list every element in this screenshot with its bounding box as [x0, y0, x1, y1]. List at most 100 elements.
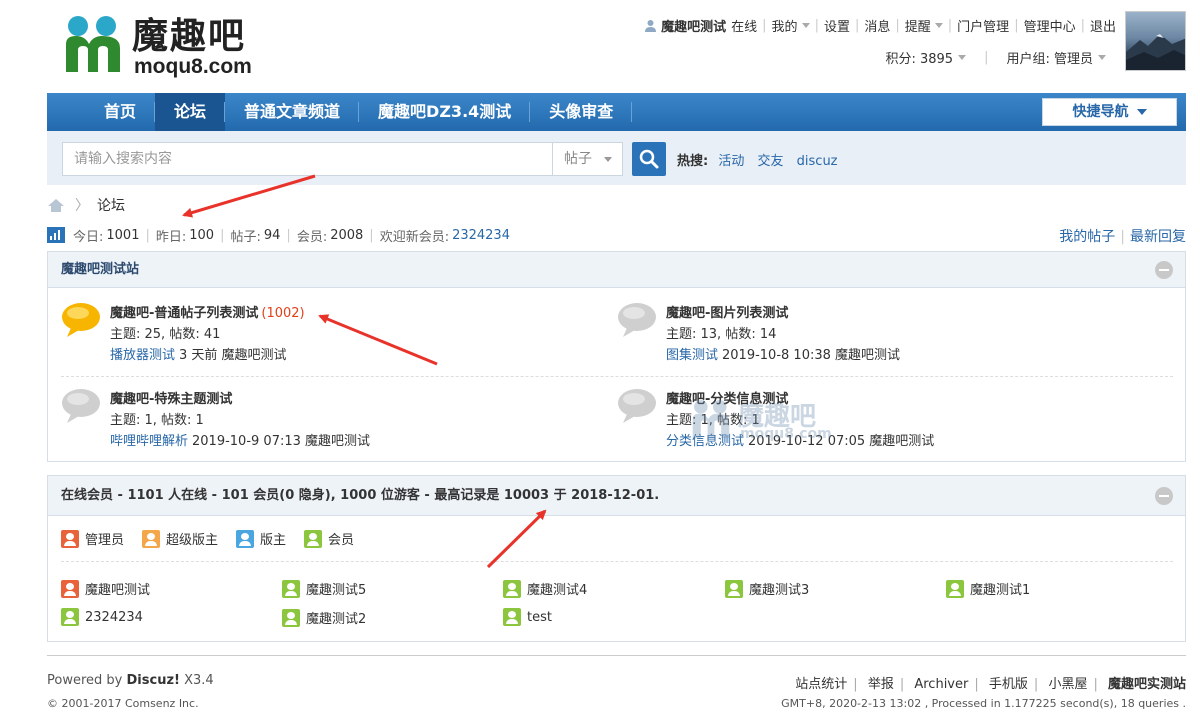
notifications-menu[interactable]: 提醒 — [905, 16, 931, 35]
hot-search-link[interactable]: 活动 — [718, 154, 744, 169]
forum-counts: 主题: 1, 帖数: 1 — [110, 413, 204, 428]
divider — [61, 376, 1173, 377]
super-moderator-icon — [142, 529, 161, 548]
online-header: 在线会员 - 1101 人在线 - 101 会员(0 隐身), 1000 位游客… — [48, 476, 1185, 516]
online-member[interactable]: 魔趣测试5 — [282, 579, 366, 598]
quick-nav-label: 快捷导航 — [1072, 104, 1129, 120]
category-title[interactable]: 魔趣吧测试站 — [61, 262, 139, 277]
mobile-link[interactable]: 手机版 — [989, 677, 1028, 692]
online-member[interactable]: test — [503, 608, 552, 626]
footer-links: 站点统计 | 举报 | Archiver | 手机版 | 小黑屋 | 魔趣吧实测站 — [795, 677, 1186, 692]
search-button[interactable] — [632, 142, 666, 176]
admin-user-icon — [61, 579, 79, 598]
stat-posts: 94 — [263, 227, 281, 243]
forum-counts: 主题: 1, 帖数: 1 — [666, 413, 760, 428]
forum-stats: 今日: 1001 | 昨日: 100 | 帖子: 94 | 会员: 2008 | 欢迎新… — [47, 226, 510, 245]
user-toolbar: 魔趣吧测试 在线 | 我的 | 设置 | 消息 | 提醒 | 门户管理 | 管理… — [644, 15, 1116, 35]
logout-link[interactable]: 退出 — [1090, 16, 1116, 35]
online-member[interactable]: 魔趣测试2 — [282, 608, 366, 627]
forum-title-link[interactable]: 魔趣吧-普通帖子列表测试 — [110, 306, 258, 321]
forum-item[interactable]: 魔趣吧-普通帖子列表测试 (1002) 主题: 25, 帖数: 41 播放器测试 3… — [61, 302, 561, 372]
online-member[interactable]: 魔趣测试3 — [725, 579, 809, 598]
online-status: 在线 — [731, 19, 758, 35]
settings-link[interactable]: 设置 — [824, 16, 850, 35]
forum-icon — [618, 303, 656, 337]
my-menu[interactable]: 我的 — [772, 16, 798, 35]
stat-members: 2008 — [330, 227, 364, 243]
search-icon — [639, 149, 659, 169]
search-input[interactable]: 请输入搜索内容 — [62, 142, 552, 176]
stat-yesterday: 100 — [189, 227, 215, 243]
hot-search: 热搜: 活动 交友 discuz — [677, 150, 847, 169]
forum-icon — [62, 389, 100, 423]
site-stats-link[interactable]: 站点统计 — [795, 677, 847, 692]
breadcrumb-current: 论坛 — [97, 198, 125, 214]
collapse-icon[interactable] — [1155, 261, 1173, 279]
logo-mark-icon — [66, 16, 120, 72]
mountain-image — [1126, 34, 1185, 70]
blacklist-link[interactable]: 小黑屋 — [1048, 677, 1087, 692]
nav-forum[interactable]: 论坛 — [155, 93, 226, 131]
quick-nav-button[interactable]: 快捷导航 — [1042, 98, 1177, 126]
username-link[interactable]: 魔趣吧测试 — [661, 16, 726, 35]
forum-counts: 主题: 25, 帖数: 41 — [110, 327, 221, 342]
report-link[interactable]: 举报 — [868, 677, 894, 692]
online-member[interactable]: 魔趣吧测试 — [61, 579, 150, 598]
online-member[interactable]: 2324234 — [61, 608, 143, 626]
online-member[interactable]: 魔趣测试1 — [946, 579, 1030, 598]
forum-new-icon — [62, 303, 100, 337]
avatar[interactable] — [1125, 11, 1186, 71]
forum-icon — [618, 389, 656, 423]
forum-title-link[interactable]: 魔趣吧-分类信息测试 — [666, 392, 788, 407]
home-icon[interactable] — [47, 198, 65, 213]
stat-today: 1001 — [106, 227, 140, 243]
archiver-link[interactable]: Archiver — [914, 677, 968, 692]
nav-home[interactable]: 首页 — [85, 93, 156, 131]
online-title[interactable]: 在线会员 - 1101 人在线 - 101 会员(0 隐身), 1000 位游客… — [61, 488, 659, 503]
forum-counts: 主题: 13, 帖数: 14 — [666, 327, 777, 342]
messages-link[interactable]: 消息 — [864, 16, 890, 35]
nav-articles[interactable]: 普通文章频道 — [225, 93, 360, 131]
my-posts-link[interactable]: 我的帖子 — [1059, 229, 1115, 245]
last-post-link[interactable]: 图集测试 — [666, 348, 718, 363]
nav-avatar-review[interactable]: 头像审查 — [530, 93, 633, 131]
chevron-down-icon — [801, 22, 810, 28]
last-post-link[interactable]: 哔哩哔哩解析 — [110, 434, 188, 449]
forum-title-link[interactable]: 魔趣吧-特殊主题测试 — [110, 392, 232, 407]
forum-item[interactable]: 魔趣吧-特殊主题测试 主题: 1, 帖数: 1 哔哩哔哩解析 2019-10-9 … — [61, 388, 561, 458]
last-post-meta: 2019-10-9 07:13 魔趣吧测试 — [192, 434, 371, 449]
admin-center-link[interactable]: 管理中心 — [1024, 16, 1076, 35]
forum-title-link[interactable]: 魔趣吧-图片列表测试 — [666, 306, 788, 321]
online-box: 在线会员 - 1101 人在线 - 101 会员(0 隐身), 1000 位游客… — [47, 475, 1186, 642]
category-box: 魔趣吧测试站 魔趣吧-普通帖子列表测试 (1002) 主题: 25, 帖数: 41… — [47, 251, 1186, 462]
usergroup-menu[interactable]: 用户组: 管理员 — [1006, 48, 1093, 67]
last-post-meta: 2019-10-12 07:05 魔趣吧测试 — [748, 434, 935, 449]
site-name-link[interactable]: 魔趣吧实测站 — [1108, 677, 1186, 692]
online-member[interactable]: 魔趣测试4 — [503, 579, 587, 598]
new-member-link[interactable]: 2324234 — [452, 228, 510, 243]
forum-item[interactable]: 魔趣吧-图片列表测试 主题: 13, 帖数: 14 图集测试 2019-10-8 … — [617, 302, 1117, 372]
collapse-icon[interactable] — [1155, 487, 1173, 505]
breadcrumb-separator-icon: 〉 — [75, 198, 89, 214]
powered-by: Powered by Discuz! X3.4 — [47, 673, 214, 688]
discuz-link[interactable]: Discuz! — [127, 673, 180, 688]
breadcrumb: 〉 论坛 — [47, 195, 125, 215]
forum-item[interactable]: 魔趣吧-分类信息测试 主题: 1, 帖数: 1 分类信息测试 2019-10-12… — [617, 388, 1117, 458]
category-header: 魔趣吧测试站 — [48, 252, 1185, 288]
divider — [61, 561, 1173, 562]
footer-divider — [47, 655, 1186, 656]
moderator-icon — [236, 529, 255, 548]
last-post-link[interactable]: 分类信息测试 — [666, 434, 744, 449]
site-logo[interactable]: 魔趣吧 moqu8.com — [62, 12, 272, 78]
search-type-select[interactable]: 帖子 — [552, 142, 623, 176]
caret-down-icon — [1136, 109, 1147, 115]
hot-search-link[interactable]: discuz — [797, 154, 838, 169]
latest-replies-link[interactable]: 最新回复 — [1130, 229, 1186, 245]
last-post-link[interactable]: 播放器测试 — [110, 348, 175, 363]
hot-search-link[interactable]: 交友 — [758, 154, 784, 169]
search-type-label: 帖子 — [564, 151, 592, 167]
admin-user-icon — [61, 529, 79, 548]
points-menu[interactable]: 积分: 3895 — [885, 48, 953, 67]
portal-admin-link[interactable]: 门户管理 — [957, 16, 1009, 35]
nav-dz34-test[interactable]: 魔趣吧DZ3.4测试 — [359, 93, 531, 131]
